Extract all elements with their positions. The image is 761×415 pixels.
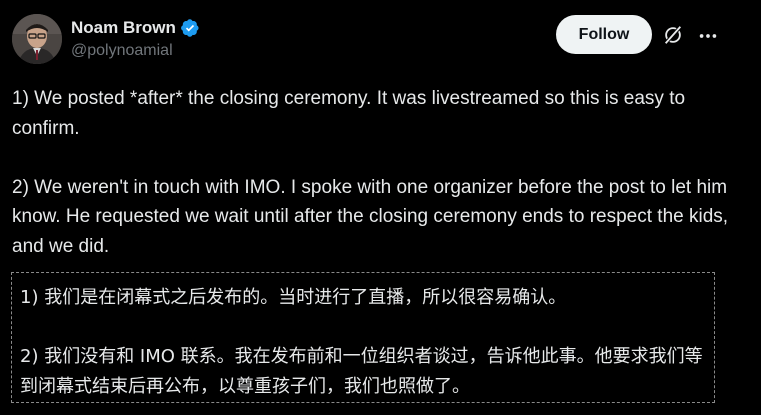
more-horizontal-icon[interactable] xyxy=(697,25,719,47)
translation-box: 1) 我们是在闭幕式之后发布的。当时进行了直播，所以很容易确认。 2) 我们没有… xyxy=(11,272,715,403)
tweet: Noam Brown @polynoamial Follow 1) We pos… xyxy=(0,0,761,415)
avatar-image xyxy=(12,14,62,64)
author-handle[interactable]: @polynoamial xyxy=(71,42,173,60)
follow-button[interactable]: Follow xyxy=(556,15,652,54)
translation-spacer xyxy=(20,313,714,343)
author-name-row: Noam Brown xyxy=(71,16,200,40)
author-display-name[interactable]: Noam Brown xyxy=(71,18,176,38)
verified-badge-icon[interactable] xyxy=(180,18,200,38)
grok-icon[interactable] xyxy=(662,24,684,46)
tweet-text: 1) We posted *after* the closing ceremon… xyxy=(12,84,732,262)
translation-paragraph-1: 1) 我们是在闭幕式之后发布的。当时进行了直播，所以很容易确认。 xyxy=(20,287,567,308)
tweet-paragraph-1: 1) We posted *after* the closing ceremon… xyxy=(12,88,686,139)
translation-paragraph-2: 2) 我们没有和 IMO 联系。我在发布前和一位组织者谈过，告诉他此事。他要求我… xyxy=(20,346,703,397)
avatar[interactable] xyxy=(12,14,62,64)
tweet-paragraph-2: 2) We weren't in touch with IMO. I spoke… xyxy=(12,176,729,257)
